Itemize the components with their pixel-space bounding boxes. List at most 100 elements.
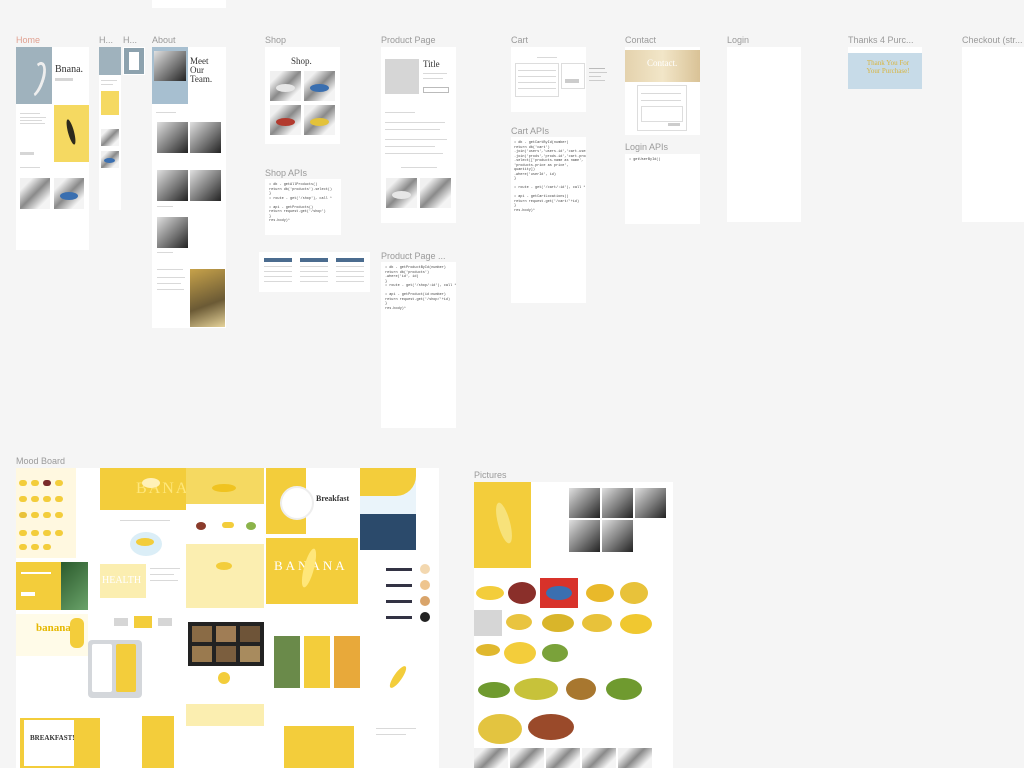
about-hero-image [152, 47, 188, 104]
frame-label-contact[interactable]: Contact [625, 35, 656, 45]
frame-contact[interactable]: Contact. [625, 47, 700, 135]
frame-label-h2[interactable]: H... [123, 35, 137, 45]
frame-label-product-page-apis[interactable]: Product Page ... [381, 251, 446, 261]
db-table-3 [336, 258, 364, 286]
frame-cart[interactable] [511, 47, 586, 112]
frame-label-checkout[interactable]: Checkout (str... [962, 35, 1024, 45]
picture-banana-hero [474, 482, 531, 568]
frame-home[interactable]: Bnana. [16, 47, 89, 250]
send-button[interactable] [668, 123, 680, 126]
related-product-2[interactable] [420, 178, 451, 208]
frame-h1[interactable] [99, 47, 121, 210]
frame-checkout[interactable] [962, 47, 1024, 222]
frame-label-thanks[interactable]: Thanks 4 Purc... [848, 35, 914, 45]
home-product-1 [20, 178, 50, 209]
frame-label-login-apis[interactable]: Login APIs [625, 142, 668, 152]
shop-product-4[interactable] [304, 105, 335, 135]
thanks-line-1: Thank You For [866, 59, 910, 67]
frame-thanks[interactable]: Thank You For Your Purchase! [848, 47, 922, 89]
frame-label-login[interactable]: Login [727, 35, 749, 45]
cart-apis-code: • db - getCartById(number) return db('ca… [514, 141, 586, 213]
mood-healthy-card [16, 562, 88, 610]
mood-banana-text-card: banana [16, 614, 88, 656]
frame-login[interactable] [727, 47, 801, 222]
frame-label-shop[interactable]: Shop [265, 35, 286, 45]
shop-apis-code: • db - getAllProducts() return db('produ… [269, 183, 333, 223]
team-photo-3 [157, 170, 188, 201]
related-product-1[interactable] [386, 178, 417, 208]
frame-about[interactable]: Meet Our Team. [152, 47, 226, 328]
shop-product-2[interactable] [304, 71, 335, 101]
frame-pictures[interactable] [474, 482, 673, 768]
frame-label-cart-apis[interactable]: Cart APIs [511, 126, 549, 136]
frame-mood-board[interactable]: banana BREAKFAST! BANANA HEALTH Breakfas… [16, 468, 439, 768]
picture-person-5 [602, 520, 633, 552]
mood-text-list [150, 564, 186, 600]
frame-shop-apis[interactable]: • db - getAllProducts() return db('produ… [265, 179, 341, 235]
home-hero-title: Bnana. [55, 64, 84, 75]
frame-h2[interactable] [123, 47, 145, 75]
checkout-button[interactable] [565, 79, 579, 83]
mood-drink-card [278, 718, 362, 768]
picture-person-1 [569, 488, 600, 518]
frame-label-cart[interactable]: Cart [511, 35, 528, 45]
picture-banana-15 [606, 678, 642, 700]
about-statue-image [190, 269, 225, 327]
contact-form[interactable] [637, 85, 687, 131]
frame-label-mood-board[interactable]: Mood Board [16, 456, 65, 466]
cart-items-table [515, 63, 559, 97]
mood-healthy-banner: HEALTH [100, 564, 146, 598]
figma-canvas[interactable]: Home Bnana. H... H... About Meet Our Tea… [0, 0, 1024, 768]
picture-banana-10 [504, 642, 536, 664]
picture-banana-6 [542, 614, 574, 632]
hero-button[interactable] [55, 78, 73, 81]
mood-healthy-title: HEALTH [102, 575, 142, 586]
picture-leaf-5 [618, 748, 652, 768]
picture-banana-13 [514, 678, 558, 700]
picture-leaf-2 [510, 748, 544, 768]
mood-product-card [100, 514, 190, 559]
db-table-1 [264, 258, 292, 286]
frame-shop-tables[interactable] [259, 252, 370, 292]
add-to-cart-button[interactable] [423, 87, 449, 93]
frame-label-about[interactable]: About [152, 35, 176, 45]
picture-blue-banana [540, 578, 578, 608]
message-field[interactable] [641, 106, 683, 122]
shop-product-1[interactable] [270, 71, 301, 101]
shop-product-3[interactable] [270, 105, 301, 135]
frame-cart-apis[interactable]: • db - getCartById(number) return db('ca… [511, 137, 586, 303]
partial-frame-top[interactable] [152, 0, 226, 8]
frame-product-page[interactable]: Title [381, 47, 456, 223]
mood-feature-card [106, 716, 176, 768]
about-title: Meet Our Team. [190, 56, 213, 84]
frame-label-shop-apis[interactable]: Shop APIs [265, 168, 307, 178]
picture-leaf-4 [582, 748, 616, 768]
frame-login-apis[interactable]: • getUserById() [625, 154, 700, 224]
frame-shop[interactable]: Shop. [265, 47, 340, 144]
mood-banana-grid [16, 468, 76, 558]
picture-banana-7 [582, 614, 612, 632]
frame-label-home[interactable]: Home [16, 35, 40, 45]
frame-label-pictures[interactable]: Pictures [474, 470, 507, 480]
frame-product-page-apis[interactable]: • db - getProductById(number) return db(… [381, 262, 456, 428]
cart-sticky-note [589, 66, 609, 88]
picture-leaf-1 [474, 748, 508, 768]
hero-banana-image [16, 47, 52, 104]
mood-fruit-row [188, 512, 264, 542]
frame-label-product-page[interactable]: Product Page [381, 35, 436, 45]
mood-blue-poster [360, 468, 416, 550]
home-product-2 [54, 178, 84, 209]
mood-splash-card [186, 544, 264, 608]
team-photo-5 [157, 217, 188, 248]
product-image-placeholder [385, 59, 419, 94]
team-photo-4 [190, 170, 221, 201]
cart-summary-box [561, 63, 585, 89]
frame-label-h1[interactable]: H... [99, 35, 113, 45]
home-small-button[interactable] [20, 152, 34, 155]
mood-color-palette [380, 554, 438, 638]
picture-leaf-3 [546, 748, 580, 768]
mood-food-grid [188, 622, 264, 666]
thanks-banner: Thank You For Your Purchase! [848, 53, 922, 89]
mood-juice-cards [272, 630, 362, 692]
db-table-2 [300, 258, 328, 286]
